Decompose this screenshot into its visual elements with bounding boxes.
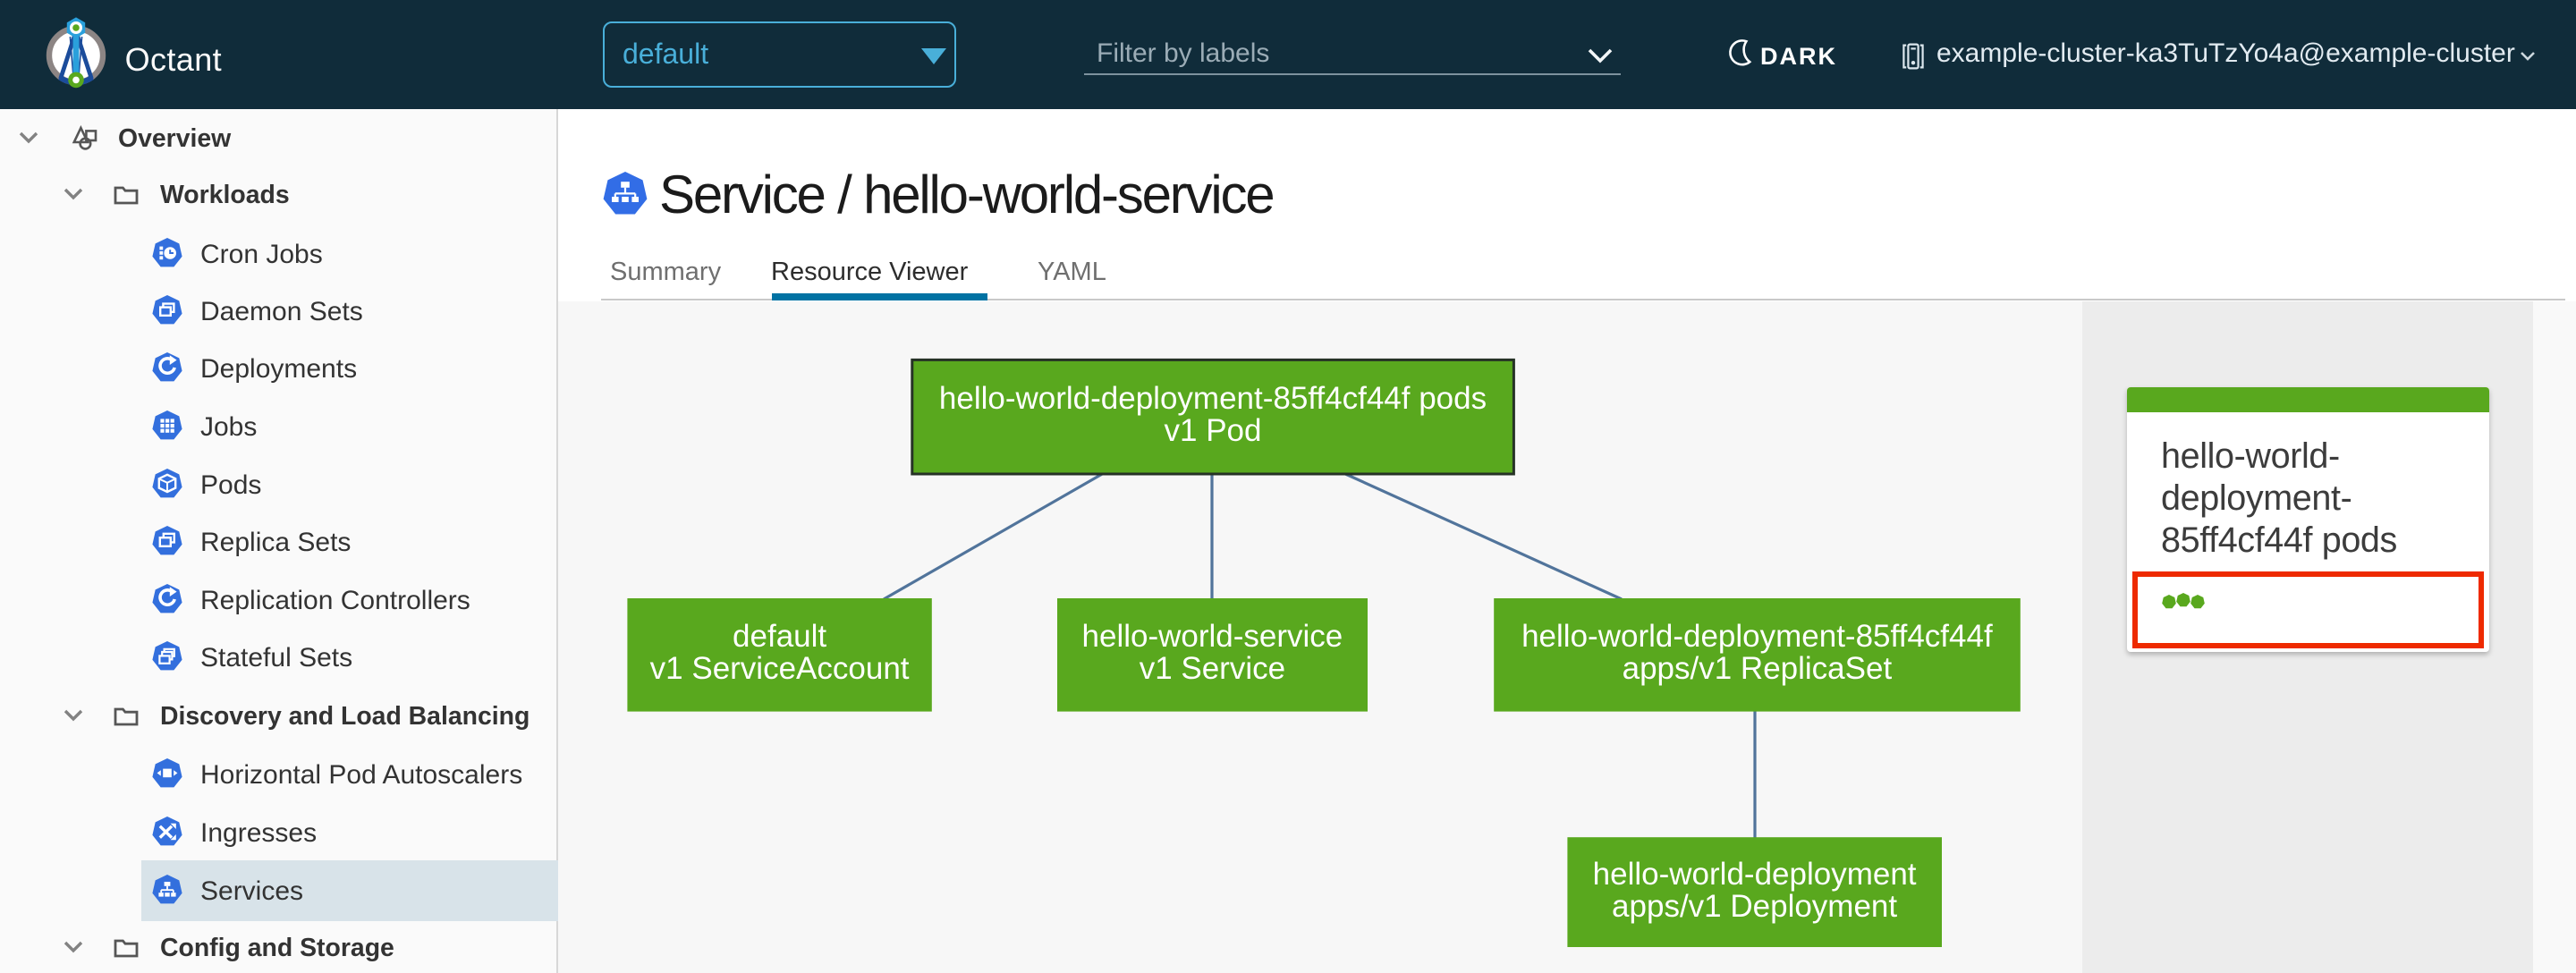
svg-text:apps/v1 ReplicaSet: apps/v1 ReplicaSet bbox=[1623, 651, 1893, 686]
svg-text:hello-world-deployment-85ff4cf: hello-world-deployment-85ff4cf44f bbox=[1521, 619, 1993, 654]
svg-text:hello-world-deployment-85ff4cf: hello-world-deployment-85ff4cf44f pods bbox=[939, 381, 1487, 416]
svg-text:apps/v1 Deployment: apps/v1 Deployment bbox=[1612, 889, 1897, 924]
svg-text:v1 ServiceAccount: v1 ServiceAccount bbox=[650, 651, 910, 686]
svg-text:default: default bbox=[733, 619, 826, 654]
svg-text:v1 Pod: v1 Pod bbox=[1165, 413, 1262, 448]
svg-text:hello-world-deployment: hello-world-deployment bbox=[1593, 857, 1917, 892]
svg-text:hello-world-service: hello-world-service bbox=[1082, 619, 1343, 654]
svg-text:v1 Service: v1 Service bbox=[1140, 651, 1285, 686]
